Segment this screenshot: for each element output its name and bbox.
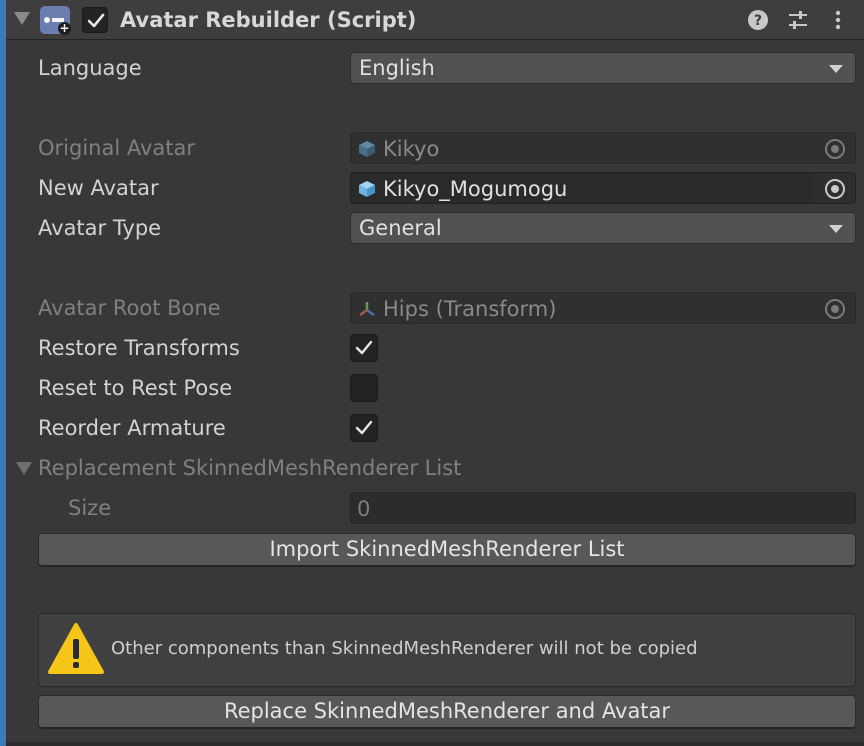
component-enabled-checkbox[interactable] xyxy=(82,7,108,33)
original-avatar-field: Kikyo xyxy=(350,132,856,164)
warning-helpbox: Other components than SkinnedMeshRendere… xyxy=(38,613,856,687)
avatar-type-label: Avatar Type xyxy=(38,216,162,240)
original-avatar-label: Original Avatar xyxy=(38,136,196,160)
svg-text:?: ? xyxy=(754,13,762,29)
object-picker-icon xyxy=(825,299,845,319)
dropdown-arrow-icon xyxy=(829,65,843,73)
reset-rest-pose-label: Reset to Rest Pose xyxy=(38,376,233,400)
import-list-button[interactable]: Import SkinnedMeshRenderer List xyxy=(38,533,856,567)
language-label: Language xyxy=(38,56,142,80)
prefab-icon xyxy=(359,141,375,157)
checkmark-icon xyxy=(355,420,373,435)
reset-rest-pose-checkbox[interactable] xyxy=(350,374,378,402)
avatar-root-bone-value: Hips (Transform) xyxy=(383,297,557,321)
inspector-selection-bar xyxy=(0,0,6,746)
reorder-armature-label: Reorder Armature xyxy=(38,416,226,440)
object-picker-icon[interactable] xyxy=(825,179,845,199)
original-avatar-value: Kikyo xyxy=(383,137,440,161)
replace-button[interactable]: Replace SkinnedMeshRenderer and Avatar xyxy=(38,695,856,729)
size-label: Size xyxy=(68,496,112,520)
preset-icon[interactable] xyxy=(786,8,810,32)
inspector-bottom-divider xyxy=(6,742,864,746)
new-avatar-value: Kikyo_Mogumogu xyxy=(383,177,568,201)
replacement-list-label[interactable]: Replacement SkinnedMeshRenderer List xyxy=(38,454,461,482)
kebab-menu-icon[interactable] xyxy=(826,8,850,32)
object-picker-icon xyxy=(825,139,845,159)
help-icon[interactable]: ? xyxy=(746,8,770,32)
language-value: English xyxy=(359,56,435,80)
avatar-root-bone-label: Avatar Root Bone xyxy=(38,296,221,320)
checkmark-icon xyxy=(355,340,373,355)
restore-transforms-checkbox[interactable] xyxy=(350,334,378,362)
foldout-arrow-icon[interactable] xyxy=(14,12,30,25)
prefab-icon xyxy=(359,181,375,197)
dropdown-arrow-icon xyxy=(829,225,843,233)
reorder-armature-checkbox[interactable] xyxy=(350,414,378,442)
avatar-type-value: General xyxy=(359,216,442,240)
size-input: 0 xyxy=(350,492,856,524)
warning-icon xyxy=(48,623,104,674)
avatar-type-dropdown[interactable]: General xyxy=(350,212,856,244)
component-title: Avatar Rebuilder (Script) xyxy=(120,8,417,32)
size-value: 0 xyxy=(357,497,371,521)
component-header[interactable]: + Avatar Rebuilder (Script) ? xyxy=(6,0,864,40)
transform-icon xyxy=(359,302,375,317)
component-script-icon: + xyxy=(40,6,71,35)
restore-transforms-label: Restore Transforms xyxy=(38,336,240,360)
new-avatar-label: New Avatar xyxy=(38,176,159,200)
language-dropdown[interactable]: English xyxy=(350,52,856,84)
new-avatar-field[interactable]: Kikyo_Mogumogu xyxy=(350,172,856,204)
list-foldout-arrow-icon[interactable] xyxy=(16,462,32,475)
warning-message: Other components than SkinnedMeshRendere… xyxy=(111,638,698,659)
avatar-root-bone-field: Hips (Transform) xyxy=(350,292,856,324)
checkmark-icon xyxy=(87,13,105,28)
